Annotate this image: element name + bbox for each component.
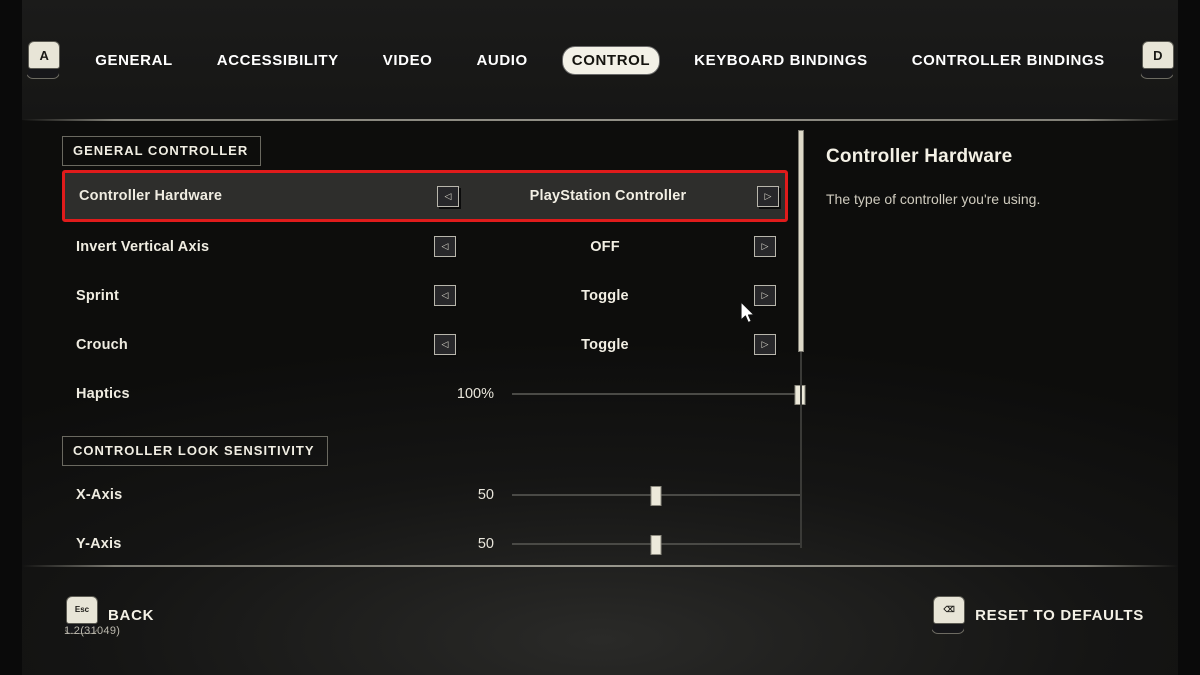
prev-arrow-icon[interactable]: ◁ bbox=[434, 236, 456, 257]
tab-control[interactable]: CONTROL bbox=[562, 46, 660, 74]
setting-row-crouch[interactable]: Crouch ◁ Toggle ▷ bbox=[62, 320, 788, 369]
settings-content: GENERAL CONTROLLER Controller Hardware ◁… bbox=[0, 122, 1200, 565]
slider-track-x-axis[interactable] bbox=[512, 485, 800, 506]
slider-haptics[interactable]: 100% bbox=[434, 383, 806, 405]
setting-label-controller-hardware: Controller Hardware bbox=[79, 188, 223, 204]
settings-screen: A GENERAL ACCESSIBILITY VIDEO AUDIO CONT… bbox=[0, 0, 1200, 675]
right-vignette-bar bbox=[1178, 0, 1200, 675]
prev-arrow-icon[interactable]: ◁ bbox=[437, 185, 459, 207]
keycap-d-label: D bbox=[1141, 41, 1174, 69]
bottom-action-bar: Esc BACK 1.2(31049) ⌫ RESET TO DEFAULTS bbox=[0, 567, 1200, 675]
setting-value-sprint: Toggle bbox=[581, 287, 629, 304]
setting-value-y-axis: 50 bbox=[477, 535, 494, 552]
setting-label-invert-vertical-axis: Invert Vertical Axis bbox=[76, 238, 210, 255]
setting-row-y-axis[interactable]: Y-Axis 50 bbox=[62, 519, 800, 568]
description-panel: Controller Hardware The type of controll… bbox=[800, 122, 1200, 565]
description-title: Controller Hardware bbox=[826, 146, 1013, 167]
scrollbar-thumb[interactable] bbox=[798, 130, 804, 352]
selector-controller-hardware: ◁ PlayStation Controller ▷ bbox=[437, 183, 779, 209]
tab-accessibility[interactable]: ACCESSIBILITY bbox=[208, 47, 348, 74]
slider-track-haptics[interactable] bbox=[512, 384, 806, 405]
settings-scrollbar[interactable] bbox=[798, 130, 804, 548]
keycap-d-icon[interactable]: D bbox=[1139, 40, 1174, 80]
setting-row-invert-vertical-axis[interactable]: Invert Vertical Axis ◁ OFF ▷ bbox=[62, 222, 788, 271]
next-arrow-icon[interactable]: ▷ bbox=[754, 285, 776, 306]
tab-keyboard-bindings[interactable]: KEYBOARD BINDINGS bbox=[685, 47, 877, 74]
setting-value-haptics: 100% bbox=[456, 385, 494, 402]
back-button-label: BACK bbox=[108, 606, 155, 624]
left-vignette-bar bbox=[0, 0, 22, 675]
nav-tab-list: A GENERAL ACCESSIBILITY VIDEO AUDIO CONT… bbox=[26, 40, 1174, 80]
setting-row-x-axis[interactable]: X-Axis 50 bbox=[62, 470, 800, 519]
slider-handle-y-axis[interactable] bbox=[650, 534, 662, 555]
setting-row-sprint[interactable]: Sprint ◁ Toggle ▷ bbox=[62, 271, 788, 320]
keycap-a-label: A bbox=[28, 41, 61, 69]
reset-to-defaults-label: RESET TO DEFAULTS bbox=[975, 606, 1144, 624]
settings-nav-bar: A GENERAL ACCESSIBILITY VIDEO AUDIO CONT… bbox=[0, 0, 1200, 120]
setting-value-crouch: Toggle bbox=[581, 336, 629, 353]
settings-list-column: GENERAL CONTROLLER Controller Hardware ◁… bbox=[0, 122, 806, 568]
selector-invert-vertical-axis: ◁ OFF ▷ bbox=[434, 234, 776, 260]
keycap-backspace-label: ⌫ bbox=[933, 596, 966, 624]
setting-label-crouch: Crouch bbox=[76, 336, 128, 353]
setting-label-sprint: Sprint bbox=[76, 287, 120, 304]
keycap-a-icon[interactable]: A bbox=[26, 40, 61, 80]
nav-divider bbox=[22, 119, 1178, 121]
bottom-divider bbox=[22, 565, 1178, 567]
selector-crouch: ◁ Toggle ▷ bbox=[434, 332, 776, 358]
setting-value-invert-vertical-axis: OFF bbox=[590, 238, 620, 255]
tab-audio[interactable]: AUDIO bbox=[467, 47, 536, 74]
slider-x-axis[interactable]: 50 bbox=[434, 484, 800, 506]
description-body: The type of controller you're using. bbox=[826, 191, 1041, 207]
tab-general[interactable]: GENERAL bbox=[86, 47, 182, 74]
slider-y-axis[interactable]: 50 bbox=[434, 533, 800, 555]
slider-track-y-axis[interactable] bbox=[512, 534, 800, 555]
next-arrow-icon[interactable]: ▷ bbox=[754, 236, 776, 257]
setting-row-haptics[interactable]: Haptics 100% bbox=[62, 369, 806, 418]
tab-controller-bindings[interactable]: CONTROLLER BINDINGS bbox=[903, 47, 1114, 74]
section-header-general-controller: GENERAL CONTROLLER bbox=[62, 136, 262, 166]
section-header-controller-look-sensitivity: CONTROLLER LOOK SENSITIVITY bbox=[62, 436, 328, 466]
reset-to-defaults-button[interactable]: ⌫ RESET TO DEFAULTS bbox=[931, 595, 1144, 635]
setting-value-controller-hardware: PlayStation Controller bbox=[529, 188, 687, 204]
prev-arrow-icon[interactable]: ◁ bbox=[434, 285, 456, 306]
setting-row-controller-hardware[interactable]: Controller Hardware ◁ PlayStation Contro… bbox=[62, 170, 788, 222]
next-arrow-icon[interactable]: ▷ bbox=[757, 185, 779, 207]
selector-sprint: ◁ Toggle ▷ bbox=[434, 283, 776, 309]
slider-handle-x-axis[interactable] bbox=[650, 485, 662, 506]
keycap-backspace-icon[interactable]: ⌫ bbox=[931, 595, 966, 635]
setting-value-x-axis: 50 bbox=[477, 486, 494, 503]
setting-label-x-axis: X-Axis bbox=[76, 486, 123, 503]
version-label: 1.2(31049) bbox=[64, 625, 121, 637]
setting-label-y-axis: Y-Axis bbox=[76, 535, 122, 552]
setting-label-haptics: Haptics bbox=[76, 385, 130, 402]
prev-arrow-icon[interactable]: ◁ bbox=[434, 334, 456, 355]
keycap-esc-label: Esc bbox=[66, 596, 98, 624]
slider-track-line bbox=[512, 392, 800, 395]
next-arrow-icon[interactable]: ▷ bbox=[754, 334, 776, 355]
tab-video[interactable]: VIDEO bbox=[374, 47, 442, 74]
